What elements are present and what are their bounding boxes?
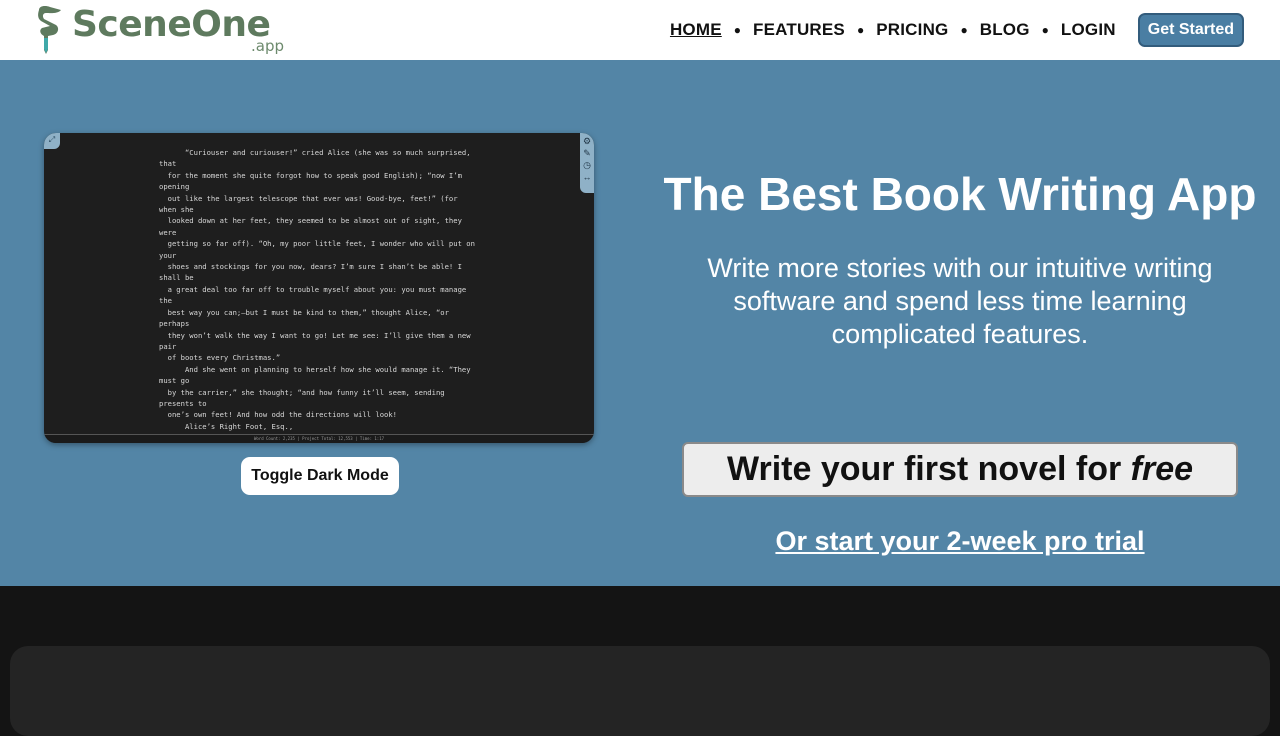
- pen-icon[interactable]: ✎: [582, 147, 592, 159]
- logo[interactable]: SceneOne .app: [36, 4, 296, 56]
- nav-blog[interactable]: BLOG: [980, 20, 1030, 40]
- novel-button-emphasis: free: [1130, 450, 1194, 488]
- nav-separator: ●: [733, 23, 742, 37]
- hero-subtitle: Write more stories with our intuitive wr…: [707, 253, 1213, 349]
- width-icon[interactable]: ↔: [582, 171, 592, 183]
- brand-suffix: .app: [251, 37, 285, 55]
- editor-status-bar: Word Count: 2,235 | Project Total: 12,55…: [44, 434, 594, 443]
- brand-name: SceneOne: [72, 4, 271, 45]
- toggle-dark-mode-button[interactable]: Toggle Dark Mode: [241, 457, 399, 495]
- nav-features[interactable]: FEATURES: [753, 20, 845, 40]
- hero-title: The Best Book Writing App: [663, 168, 1257, 220]
- editor-toolbar: ⚙ ✎ ◷ ↔: [580, 133, 594, 193]
- hero-section: ⤢ “Curiouser and curiouser!” cried Alice…: [0, 60, 1280, 586]
- write-novel-free-button[interactable]: Write your first novel for free: [682, 442, 1238, 497]
- settings-icon[interactable]: ⚙: [582, 135, 592, 147]
- nav-home[interactable]: HOME: [670, 20, 722, 40]
- main-nav: HOME ● FEATURES ● PRICING ● BLOG ● LOGIN…: [670, 0, 1244, 60]
- editor-preview: ⤢ “Curiouser and curiouser!” cried Alice…: [44, 133, 594, 443]
- content-card: [10, 646, 1270, 736]
- dark-section: [0, 586, 1280, 736]
- nav-login[interactable]: LOGIN: [1061, 20, 1116, 40]
- editor-text: “Curiouser and curiouser!” cried Alice (…: [159, 148, 475, 442]
- site-header: SceneOne .app HOME ● FEATURES ● PRICING …: [0, 0, 1280, 60]
- nav-separator: ●: [1041, 23, 1049, 37]
- nav-separator: ●: [960, 23, 968, 37]
- expand-icon[interactable]: ⤢: [44, 133, 60, 149]
- pen-nib-logo-icon: [38, 6, 61, 54]
- nav-pricing[interactable]: PRICING: [876, 20, 948, 40]
- nav-separator: ●: [856, 23, 865, 37]
- get-started-button[interactable]: Get Started: [1137, 13, 1244, 47]
- novel-button-label: Write your first novel for: [726, 450, 1131, 488]
- clock-icon[interactable]: ◷: [582, 159, 592, 171]
- pro-trial-link[interactable]: Or start your 2-week pro trial: [640, 526, 1280, 557]
